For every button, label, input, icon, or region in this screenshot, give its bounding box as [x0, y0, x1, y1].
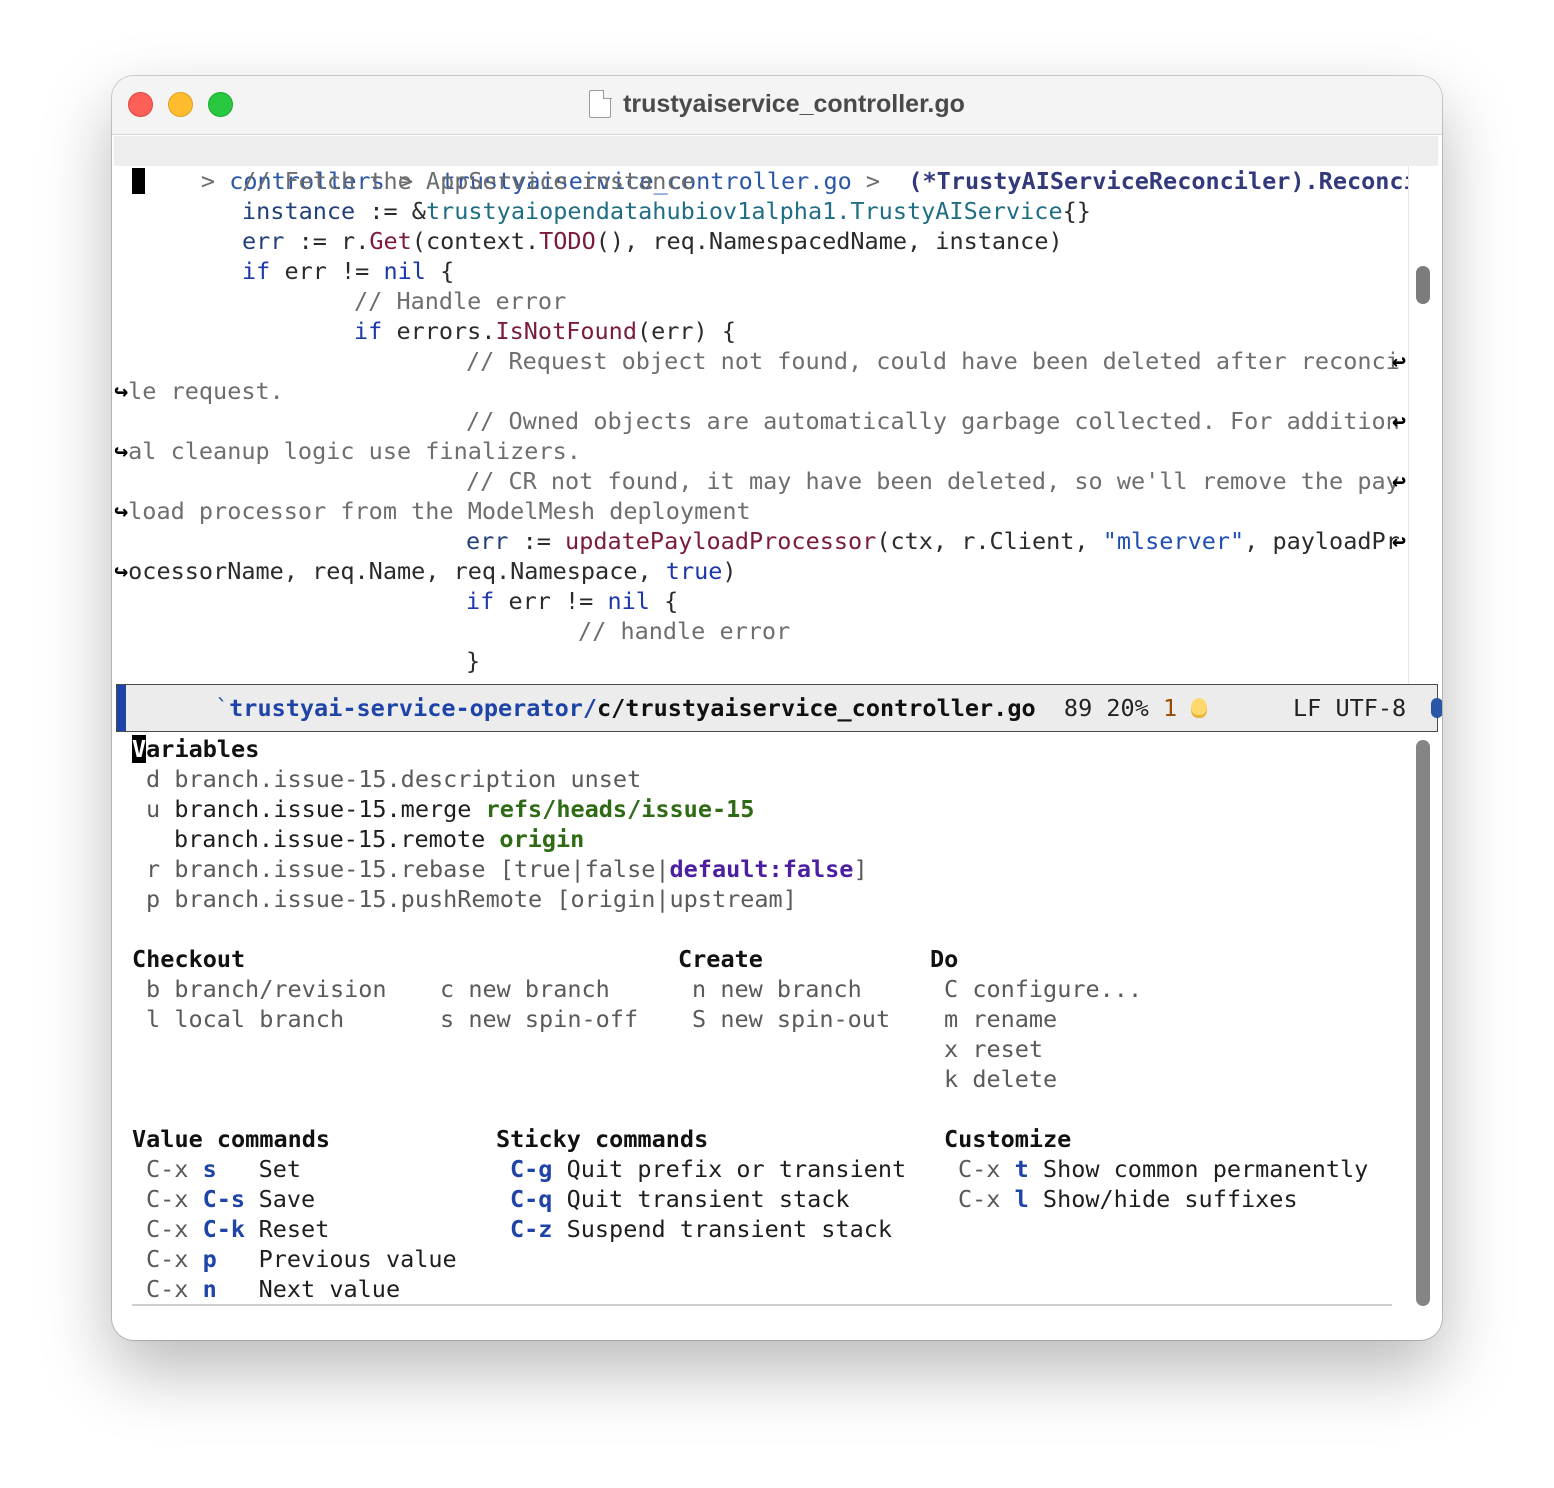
code-line: // Request object not found, could have … [466, 347, 1400, 375]
code-line: // Fetch the AppService instance [242, 167, 695, 195]
value-command-set[interactable]: C-x s Set [146, 1154, 301, 1184]
mode-line-file: c/trustyaiservice_controller.go [597, 694, 1036, 722]
mode-line-encoding[interactable]: LF UTF-8 [1293, 693, 1406, 723]
wrap-continuation-icon: ↩ [1392, 467, 1406, 495]
mode-line-project[interactable]: trustyai-service-operator/ [229, 694, 597, 722]
create-new-branch[interactable]: n new branch [692, 974, 862, 1004]
code-scrollbar-thumb[interactable] [1416, 266, 1430, 304]
transient-bottom-divider [132, 1304, 1392, 1306]
code-line: ↪le request. [114, 377, 284, 405]
checkout-new-spin-off[interactable]: s new spin-off [440, 1004, 638, 1034]
value-command-next[interactable]: C-x n Next value [146, 1274, 400, 1304]
code-line: // Owned objects are automatically garba… [466, 407, 1400, 435]
sticky-commands-heading: Sticky commands [496, 1125, 709, 1153]
transient-scrollbar-thumb[interactable] [1416, 740, 1430, 1306]
do-heading: Do [930, 945, 959, 973]
code-line: // Handle error [354, 287, 567, 315]
checkout-heading: Checkout [132, 945, 246, 973]
wrap-continuation-icon: ↩ [1392, 347, 1406, 375]
text-cursor [132, 168, 145, 194]
breadcrumb: > controllers > trustyaiservice_controll… [114, 136, 1442, 195]
code-line: // handle error [578, 617, 791, 645]
code-line: // CR not found, it may have been delete… [466, 467, 1400, 495]
value-commands-heading: Value commands [132, 1125, 331, 1153]
sticky-command-quit-prefix[interactable]: C-g Quit prefix or transient [510, 1154, 906, 1184]
do-reset[interactable]: x reset [944, 1034, 1043, 1064]
customize-show-hide-suffixes[interactable]: C-x l Show/hide suffixes [958, 1184, 1298, 1214]
do-rename[interactable]: m rename [944, 1004, 1057, 1034]
sticky-command-quit-stack[interactable]: C-q Quit transient stack [510, 1184, 850, 1214]
code-line: ↪load processor from the ModelMesh deplo… [114, 497, 751, 525]
value-command-reset[interactable]: C-x C-k Reset [146, 1214, 329, 1244]
title-bar: trustyaiservice_controller.go [112, 76, 1442, 135]
code-buffer[interactable]: // Fetch the AppService instance instanc… [112, 166, 1406, 686]
code-line: ↪al cleanup logic use finalizers. [114, 437, 581, 465]
do-delete[interactable]: k delete [944, 1064, 1057, 1094]
code-line: err := r.Get(context.TODO(), req.Namespa… [242, 227, 1063, 255]
checkout-new-branch[interactable]: c new branch [440, 974, 610, 1004]
code-line: ↪ocessorName, req.Name, req.Namespace, t… [114, 557, 737, 585]
code-line: err := updatePayloadProcessor(ctx, r.Cli… [466, 527, 1400, 555]
create-heading: Create [678, 945, 763, 973]
window-title: trustyaiservice_controller.go [112, 86, 1442, 122]
wrap-continuation-icon: ↩ [1392, 407, 1406, 435]
code-line: if err != nil { [242, 257, 455, 285]
code-line: instance := &trustyaiopendatahubiov1alph… [242, 197, 1091, 225]
customize-heading: Customize [944, 1125, 1072, 1153]
editor-window: trustyaiservice_controller.go > controll… [112, 76, 1442, 1340]
mode-line-buffer: `trustyai-service-operator/c/trustyaiser… [215, 693, 1208, 723]
mode-line-column: 1 [1162, 694, 1178, 722]
customize-show-common[interactable]: C-x t Show common permanently [958, 1154, 1368, 1184]
code-line: if errors.IsNotFound(err) { [354, 317, 737, 345]
transient-popup: Variables d branch.issue-15.description … [112, 734, 1412, 1314]
checkout-local-branch[interactable]: l local branch [146, 1004, 344, 1034]
variable-remote: branch.issue-15.remote origin [174, 825, 585, 853]
lightbulb-icon[interactable] [1191, 697, 1208, 718]
code-scrollbar-track[interactable] [1408, 166, 1442, 686]
variable-pushremote[interactable]: p branch.issue-15.pushRemote [origin|ups… [146, 884, 797, 914]
checkout-branch-revision[interactable]: b branch/revision [146, 974, 387, 1004]
mode-line-accent [117, 685, 126, 731]
mode-line-percent: 20% [1106, 694, 1149, 722]
document-icon [589, 89, 612, 118]
value-command-save[interactable]: C-x C-s Save [146, 1184, 315, 1214]
code-line: } [466, 647, 481, 675]
create-new-spin-out[interactable]: S new spin-out [692, 1004, 890, 1034]
wrap-continuation-icon: ↩ [1392, 527, 1406, 555]
do-configure[interactable]: C configure... [944, 974, 1142, 1004]
variables-heading: Variables [132, 735, 260, 763]
status-indicator-icon [1431, 698, 1442, 718]
variable-rebase[interactable]: r branch.issue-15.rebase [true|false|def… [146, 854, 868, 884]
value-command-previous[interactable]: C-x p Previous value [146, 1244, 457, 1274]
variable-merge[interactable]: u branch.issue-15.merge refs/heads/issue… [146, 794, 754, 824]
window-title-text: trustyaiservice_controller.go [623, 89, 965, 118]
mode-line-line-number: 89 [1063, 694, 1093, 722]
mode-line: `trustyai-service-operator/c/trustyaiser… [116, 684, 1442, 732]
variable-description[interactable]: d branch.issue-15.description unset [146, 764, 641, 794]
sticky-command-suspend[interactable]: C-z Suspend transient stack [510, 1214, 892, 1244]
code-line: if err != nil { [466, 587, 679, 615]
